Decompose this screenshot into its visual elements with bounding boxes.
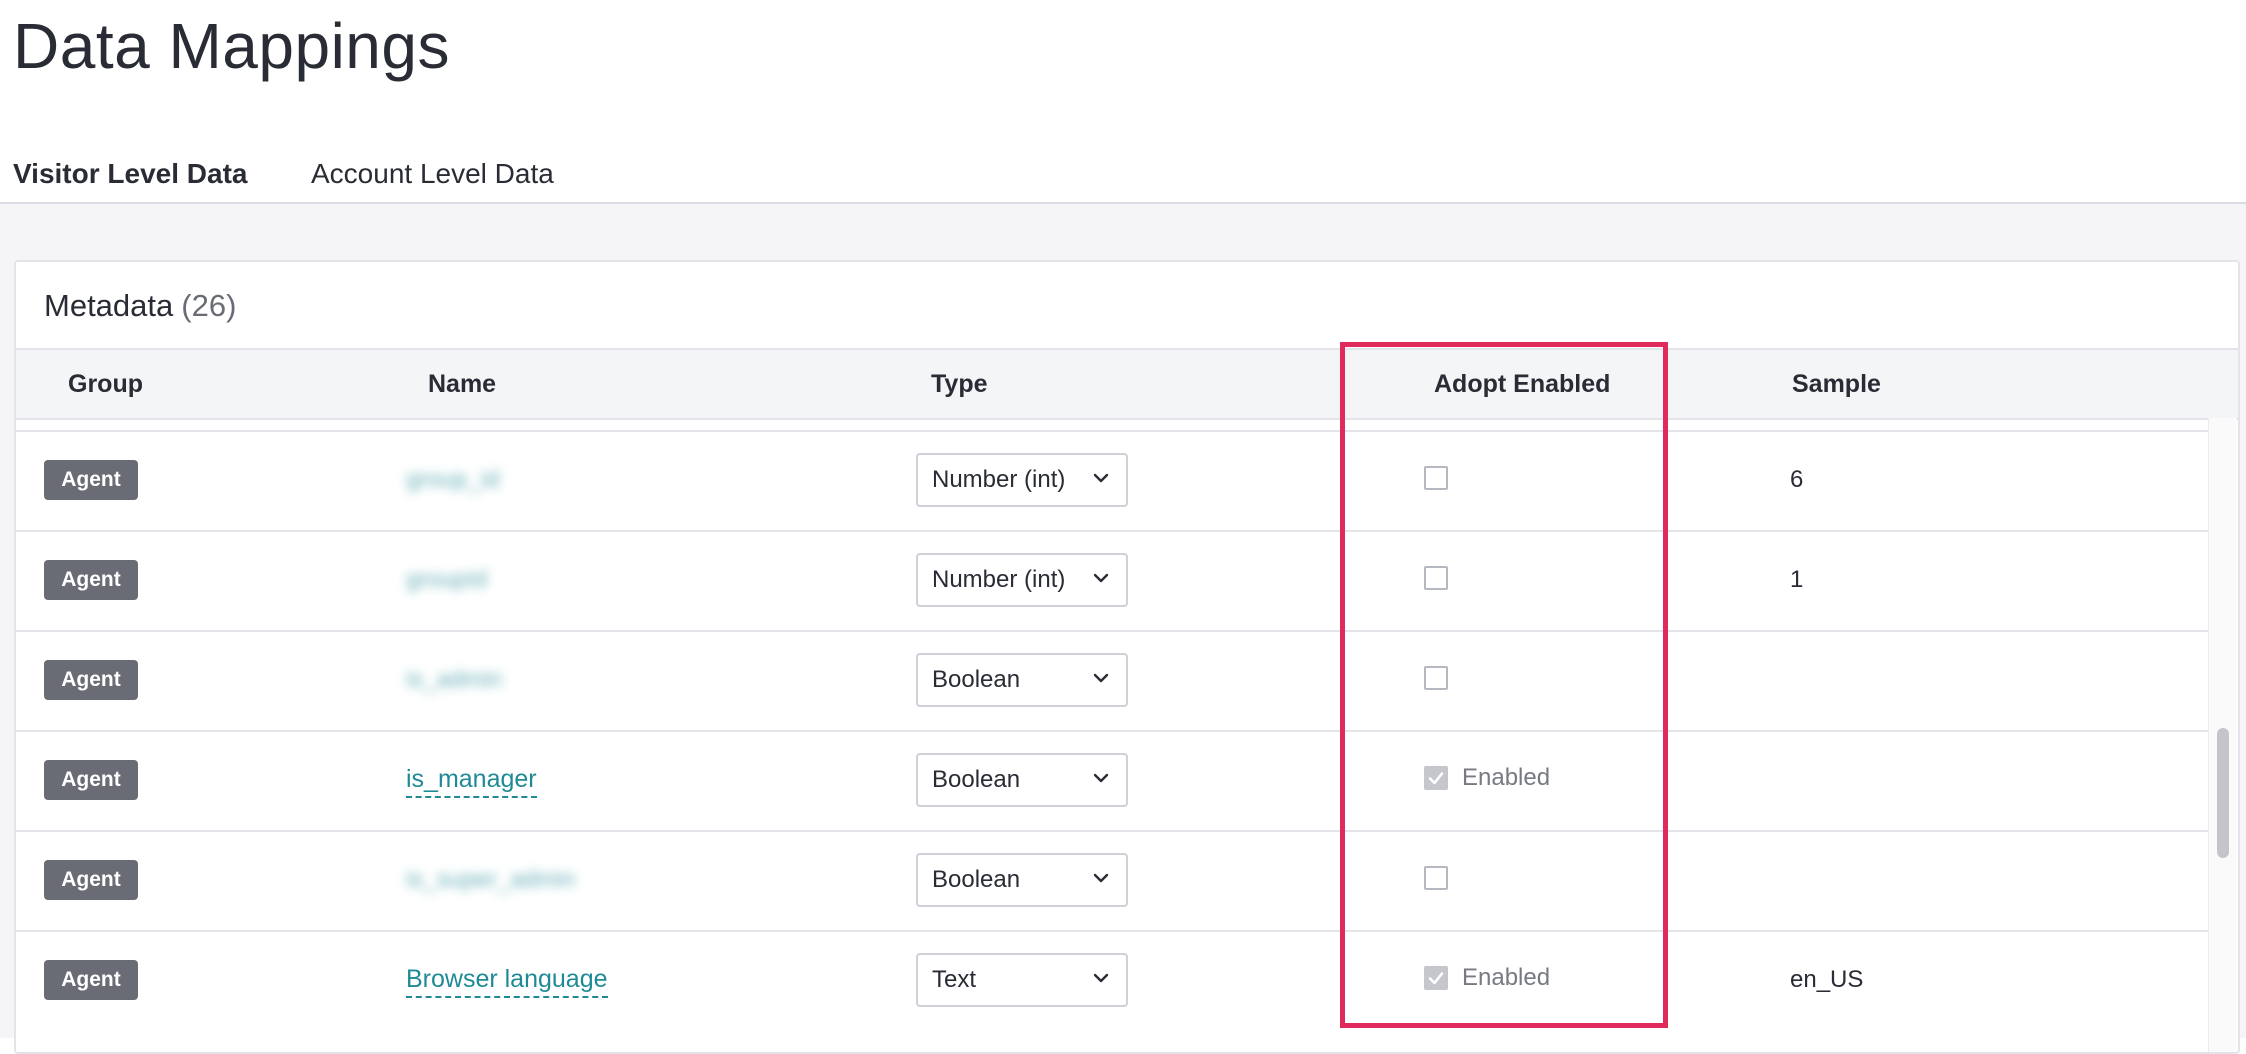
- sample-value: 1: [1790, 566, 1804, 593]
- column-header-adopt-enabled[interactable]: Adopt Enabled: [1434, 350, 1610, 418]
- adopt-enabled-checkbox[interactable]: [1424, 866, 1448, 890]
- name-link[interactable]: is_manager: [406, 762, 537, 798]
- table-row: Agent is_admin Boolean: [16, 630, 2208, 730]
- type-select-value: Boolean: [932, 766, 1021, 793]
- card-title-label: Metadata: [44, 288, 174, 323]
- enabled-label: Enabled: [1462, 964, 1551, 991]
- table-body: Agent group_id Number (int) 6 Agent grou…: [16, 418, 2208, 1052]
- group-badge: Agent: [44, 960, 138, 1000]
- chevron-down-icon: [1092, 569, 1110, 587]
- table-row: Agent group_id Number (int) 6: [16, 430, 2208, 530]
- card-count: (26): [181, 288, 237, 323]
- type-select[interactable]: Number (int): [916, 553, 1128, 607]
- type-select-value: Boolean: [932, 666, 1021, 693]
- type-select-value: Text: [932, 966, 977, 993]
- sample-value: 6: [1790, 466, 1804, 493]
- checkmark-icon: [1428, 972, 1444, 985]
- group-badge: Agent: [44, 460, 138, 500]
- chevron-down-icon: [1092, 969, 1110, 987]
- group-badge: Agent: [44, 660, 138, 700]
- column-header-type[interactable]: Type: [931, 350, 988, 418]
- page-title: Data Mappings: [13, 10, 450, 82]
- chevron-down-icon: [1092, 669, 1110, 687]
- type-select[interactable]: Boolean: [916, 653, 1128, 707]
- table-row: Agent Browser language Text Enabled en_U…: [16, 930, 2208, 1030]
- type-select[interactable]: Text: [916, 953, 1128, 1007]
- tab-visitor-level-data[interactable]: Visitor Level Data: [13, 154, 248, 208]
- type-select[interactable]: Number (int): [916, 453, 1128, 507]
- metadata-card: Metadata (26) Group Name Type Adopt Enabl…: [14, 260, 2240, 1054]
- type-select[interactable]: Boolean: [916, 853, 1128, 907]
- adopt-enabled-checkbox[interactable]: [1424, 766, 1448, 790]
- type-select-value: Boolean: [932, 866, 1021, 893]
- enabled-label: Enabled: [1462, 764, 1551, 791]
- card-title: Metadata (26): [44, 286, 236, 326]
- table-row: Agent is_super_admin Boolean: [16, 830, 2208, 930]
- table-header: Group Name Type Adopt Enabled Sample: [16, 350, 2238, 420]
- adopt-enabled-checkbox[interactable]: [1424, 566, 1448, 590]
- name-link[interactable]: groupId: [406, 562, 487, 598]
- group-badge: Agent: [44, 760, 138, 800]
- group-badge: Agent: [44, 560, 138, 600]
- name-link[interactable]: Browser language: [406, 962, 608, 998]
- tab-bar: Visitor Level Data Account Level Data: [0, 138, 2246, 208]
- scrollbar-thumb[interactable]: [2217, 728, 2229, 858]
- table-row: Agent is_manager Boolean Enabled: [16, 730, 2208, 830]
- card-header: Metadata (26): [16, 262, 2238, 350]
- column-header-group[interactable]: Group: [68, 350, 143, 418]
- chevron-down-icon: [1092, 469, 1110, 487]
- group-badge: Agent: [44, 860, 138, 900]
- chevron-down-icon: [1092, 769, 1110, 787]
- name-link[interactable]: is_admin: [406, 662, 502, 698]
- adopt-enabled-checkbox[interactable]: [1424, 466, 1448, 490]
- checkmark-icon: [1428, 772, 1444, 785]
- chevron-down-icon: [1092, 869, 1110, 887]
- sample-value: en_US: [1790, 966, 1864, 993]
- tab-account-level-data[interactable]: Account Level Data: [311, 154, 554, 204]
- name-link[interactable]: group_id: [406, 462, 499, 498]
- adopt-enabled-checkbox[interactable]: [1424, 966, 1448, 990]
- column-header-name[interactable]: Name: [428, 350, 496, 418]
- type-select[interactable]: Boolean: [916, 753, 1128, 807]
- column-header-sample[interactable]: Sample: [1792, 350, 1881, 418]
- name-link[interactable]: is_super_admin: [406, 862, 575, 898]
- table-row: Agent groupId Number (int) 1: [16, 530, 2208, 630]
- type-select-value: Number (int): [932, 566, 1066, 593]
- adopt-enabled-checkbox[interactable]: [1424, 666, 1448, 690]
- type-select-value: Number (int): [932, 466, 1066, 493]
